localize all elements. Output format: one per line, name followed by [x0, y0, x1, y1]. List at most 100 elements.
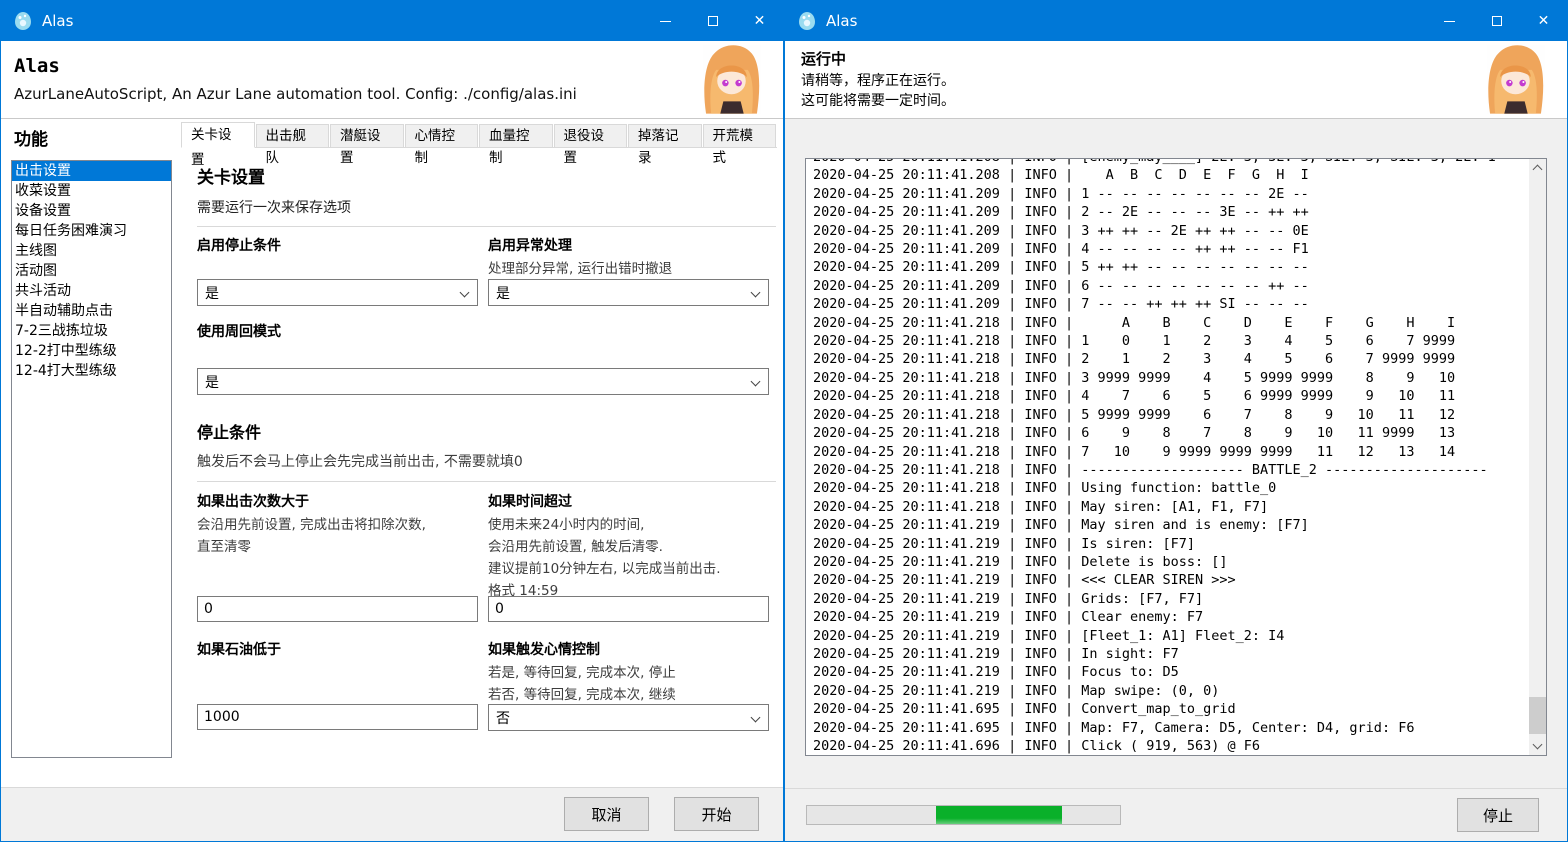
enable-stop-select[interactable]: 是 — [197, 279, 478, 306]
log-line: 2020-04-25 20:11:41.209 | INFO | 6 -- --… — [813, 277, 1527, 295]
stop-button[interactable]: 停止 — [1457, 798, 1539, 832]
log-scrollbar[interactable] — [1529, 159, 1546, 755]
field-label-use-loop: 使用周回模式 — [197, 321, 478, 341]
app-subtitle: AzurLaneAutoScript, An Azur Lane automat… — [14, 85, 577, 103]
tab-label: 潜艇设置 — [340, 128, 381, 166]
log-line: 2020-04-25 20:11:41.218 | INFO | 5 9999 … — [813, 406, 1527, 424]
close-icon: ✕ — [754, 14, 766, 28]
tab[interactable]: 关卡设置 — [181, 122, 255, 148]
window-title: Alas — [42, 12, 73, 30]
tab-bar: 关卡设置 出击舰队 潜艇设置 心情控制 血量控制 退役设置 掉落记录 开荒模式 — [181, 122, 777, 148]
log-line: 2020-04-25 20:11:41.218 | INFO | 4 7 6 5… — [813, 387, 1527, 405]
log-line: 2020-04-25 20:11:41.218 | INFO | 1 0 1 2… — [813, 332, 1527, 350]
log-line: 2020-04-25 20:11:41.218 | INFO | 7 10 9 … — [813, 443, 1527, 461]
sidebar-item-label: 活动图 — [15, 263, 57, 279]
sidebar-item[interactable]: 12-4打大型练级 — [12, 361, 171, 381]
log-output[interactable]: 2020-04-25 20:11:41.208 | INFO | [enemy_… — [805, 158, 1547, 756]
log-line: 2020-04-25 20:11:41.219 | INFO | Clear e… — [813, 608, 1527, 626]
sidebar-item-label: 出击设置 — [15, 163, 71, 179]
if-count-input[interactable] — [197, 596, 478, 622]
section-title-stop-condition: 停止条件 — [197, 419, 261, 443]
field-desc: 使用未来24小时内的时间, — [488, 513, 769, 533]
log-line: 2020-04-25 20:11:41.209 | INFO | 2 -- 2E… — [813, 203, 1527, 221]
tab-label: 关卡设置 — [191, 127, 232, 168]
sidebar-item[interactable]: 每日任务困难演习 — [12, 221, 171, 241]
tab[interactable]: 掉落记录 — [628, 124, 702, 148]
tab-label: 掉落记录 — [638, 128, 679, 166]
log-line: 2020-04-25 20:11:41.219 | INFO | Map swi… — [813, 682, 1527, 700]
progress-bar — [806, 805, 1121, 825]
sidebar-item[interactable]: 半自动辅助点击 — [12, 301, 171, 321]
if-time-input[interactable] — [488, 596, 769, 622]
maximize-icon — [1492, 16, 1502, 26]
sidebar-item[interactable]: 活动图 — [12, 261, 171, 281]
log-line: 2020-04-25 20:11:41.209 | INFO | 4 -- --… — [813, 240, 1527, 258]
if-oil-input[interactable] — [197, 704, 478, 730]
log-line: 2020-04-25 20:11:41.219 | INFO | <<< CLE… — [813, 571, 1527, 589]
use-loop-select[interactable]: 是 — [197, 368, 769, 395]
scroll-up-button[interactable] — [1529, 159, 1546, 176]
sidebar-heading: 功能 — [14, 125, 48, 150]
divider — [197, 226, 776, 227]
start-button[interactable]: 开始 — [674, 797, 759, 831]
divider — [785, 788, 1567, 789]
maximize-button[interactable] — [689, 1, 736, 41]
tab[interactable]: 开荒模式 — [703, 124, 777, 148]
cancel-button[interactable]: 取消 — [564, 797, 649, 831]
minimize-button[interactable] — [642, 1, 689, 41]
log-line: 2020-04-25 20:11:41.218 | INFO | Using f… — [813, 479, 1527, 497]
sidebar-item[interactable]: 共斗活动 — [12, 281, 171, 301]
close-button[interactable]: ✕ — [736, 1, 783, 41]
sidebar-item[interactable]: 12-2打中型练级 — [12, 341, 171, 361]
field-label-if-count: 如果出击次数大于 — [197, 491, 478, 511]
title-bar: Alas ✕ — [785, 1, 1567, 41]
tab[interactable]: 退役设置 — [554, 124, 628, 148]
if-emotion-value: 否 — [496, 708, 510, 728]
avatar — [703, 45, 761, 114]
tab[interactable]: 出击舰队 — [256, 124, 330, 148]
log-line: 2020-04-25 20:11:41.695 | INFO | Convert… — [813, 700, 1527, 718]
function-listbox[interactable]: 出击设置 收菜设置 设备设置 每日任务困难演习 主线图 活动图 共斗活动 半自动… — [11, 160, 172, 758]
tab-label: 退役设置 — [564, 128, 605, 166]
tab[interactable]: 潜艇设置 — [330, 124, 404, 148]
field-desc: 会沿用先前设置, 完成出击将扣除次数, — [197, 513, 478, 533]
if-emotion-select[interactable]: 否 — [488, 704, 769, 731]
tab[interactable]: 心情控制 — [405, 124, 479, 148]
log-line: 2020-04-25 20:11:41.208 | INFO | A B C D… — [813, 166, 1527, 184]
sidebar-item-label: 主线图 — [15, 243, 57, 259]
sidebar-item[interactable]: 设备设置 — [12, 201, 171, 221]
enable-exception-select[interactable]: 是 — [488, 279, 769, 306]
sidebar-item[interactable]: 出击设置 — [12, 161, 171, 181]
field-desc-enable-exception: 处理部分异常, 运行出错时撤退 — [488, 257, 769, 277]
close-button[interactable]: ✕ — [1520, 1, 1567, 41]
log-line: 2020-04-25 20:11:41.696 | INFO | Click (… — [813, 737, 1527, 755]
field-desc: 建议提前10分钟左右, 以完成当前出击. — [488, 557, 769, 577]
log-line: 2020-04-25 20:11:41.219 | INFO | Focus t… — [813, 663, 1527, 681]
app-title: Alas — [14, 55, 60, 77]
scroll-down-button[interactable] — [1529, 738, 1546, 755]
minimize-button[interactable] — [1426, 1, 1473, 41]
chevron-down-icon — [751, 713, 761, 723]
log-line: 2020-04-25 20:11:41.218 | INFO | A B C D… — [813, 314, 1527, 332]
run-status-title: 运行中 — [801, 48, 846, 69]
sidebar-item[interactable]: 收菜设置 — [12, 181, 171, 201]
maximize-button[interactable] — [1473, 1, 1520, 41]
log-line: 2020-04-25 20:11:41.208 | INFO | [enemy_… — [813, 158, 1527, 166]
scrollbar-thumb[interactable] — [1529, 697, 1546, 734]
tab-label: 开荒模式 — [713, 128, 754, 166]
app-header: Alas AzurLaneAutoScript, An Azur Lane au… — [1, 41, 783, 119]
close-icon: ✕ — [1538, 14, 1550, 28]
chevron-down-icon — [751, 288, 761, 298]
use-loop-value: 是 — [205, 372, 219, 392]
app-icon — [797, 11, 817, 31]
tab[interactable]: 血量控制 — [479, 124, 553, 148]
log-lines: 2020-04-25 20:11:41.208 | INFO | [enemy_… — [813, 158, 1527, 755]
chevron-down-icon — [751, 377, 761, 387]
sidebar-item[interactable]: 主线图 — [12, 241, 171, 261]
sidebar-item-label: 设备设置 — [15, 203, 71, 219]
tab-label: 血量控制 — [489, 128, 530, 166]
sidebar-item[interactable]: 7-2三战拣垃圾 — [12, 321, 171, 341]
page-subtitle: 需要运行一次来保存选项 — [197, 197, 351, 217]
title-bar: Alas ✕ — [1, 1, 783, 41]
field-label-if-emotion: 如果触发心情控制 — [488, 639, 769, 659]
